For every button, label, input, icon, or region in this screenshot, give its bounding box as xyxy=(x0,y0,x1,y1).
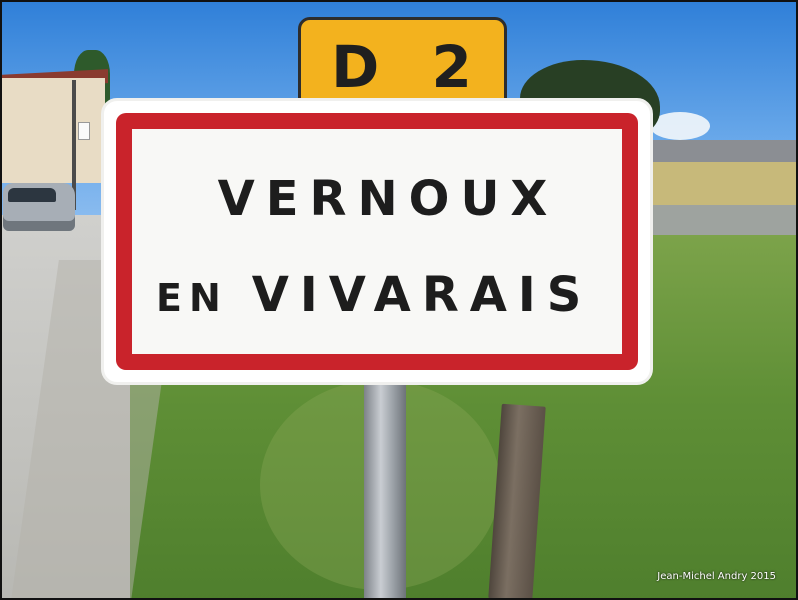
shed-roof-icon xyxy=(650,140,798,162)
town-name-suffix: VIVARAIS xyxy=(251,267,593,323)
town-sign-border: VERNOUX EN VIVARAIS xyxy=(116,113,638,370)
town-name-prefix: EN xyxy=(156,276,228,320)
town-name-line2: EN VIVARAIS xyxy=(156,267,592,323)
photo-scene: D 2 VERNOUX EN VIVARAIS Jean-Michel Andry… xyxy=(0,0,798,600)
route-plate-label: D 2 xyxy=(331,33,488,101)
photo-credit: Jean-Michel Andry 2015 xyxy=(657,571,776,582)
sign-post-icon xyxy=(364,378,406,600)
town-sign: VERNOUX EN VIVARAIS xyxy=(101,98,653,385)
town-name-line1: VERNOUX xyxy=(217,171,559,227)
house-window-icon xyxy=(78,122,90,140)
car-window-icon xyxy=(8,188,56,202)
